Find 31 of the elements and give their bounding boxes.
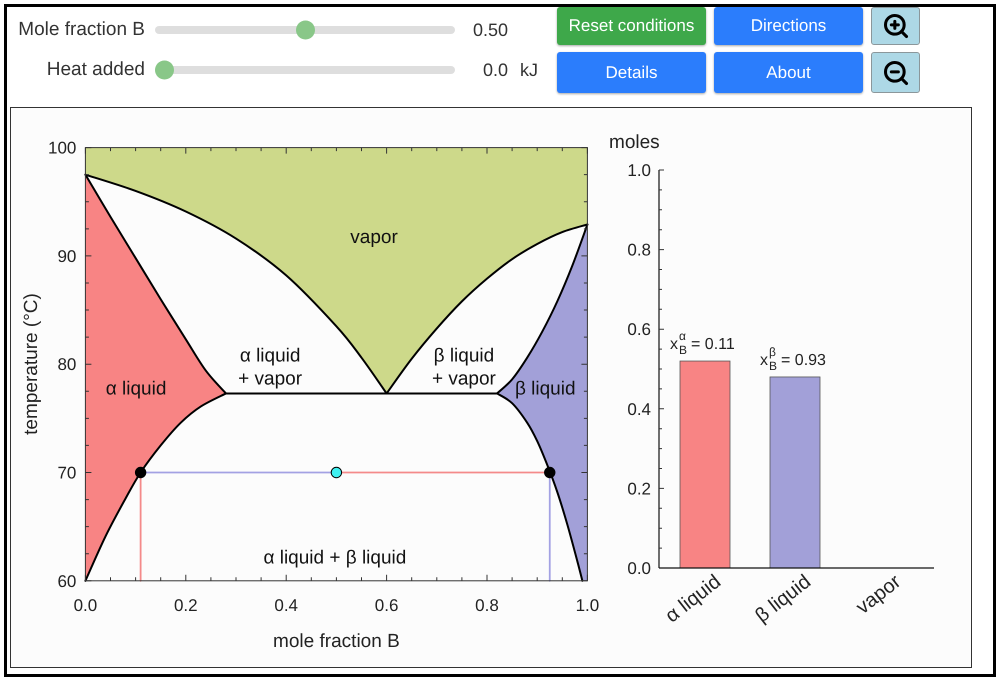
tick-label: 0.0	[627, 559, 651, 578]
tick-label: 1.0	[627, 161, 651, 180]
tick-label: 60	[57, 572, 76, 591]
region-label: α liquid	[106, 378, 166, 400]
tick-label: 90	[57, 246, 76, 266]
tick-label: 0.6	[627, 320, 651, 340]
region-label: vapor	[350, 226, 398, 248]
region-label: α liquid + vapor	[238, 345, 302, 390]
axis-title: moles	[609, 132, 660, 153]
tick-label: 100	[48, 138, 76, 158]
unit-label: kJ	[520, 58, 538, 82]
slider-value: 0.0	[482, 58, 508, 82]
slider-label: Heat added	[46, 58, 145, 82]
tick-label: 0.8	[475, 596, 499, 615]
region-label: β liquid + vapor	[432, 345, 496, 390]
tick-label: 0.4	[627, 400, 651, 419]
tick-label: 80	[57, 355, 76, 374]
tick-label: 0.0	[74, 596, 98, 615]
tick-label: 0.8	[627, 240, 651, 260]
tick-label: 0.2	[174, 596, 198, 615]
region-label: β liquid	[514, 378, 576, 400]
tick-label: 0.6	[374, 596, 398, 615]
tick-label: 0.2	[627, 479, 651, 498]
tick-label: 70	[57, 464, 76, 482]
slider-value: 0.50	[472, 18, 508, 42]
axis-title: temperature (°C)	[21, 293, 42, 435]
tick-label: 0.4	[274, 596, 298, 615]
slider-label: Mole fraction B	[17, 18, 145, 42]
region-label: α liquid + β liquid	[263, 547, 406, 568]
tick-label: 1.0	[576, 596, 600, 615]
axis-title: mole fraction B	[273, 631, 400, 652]
